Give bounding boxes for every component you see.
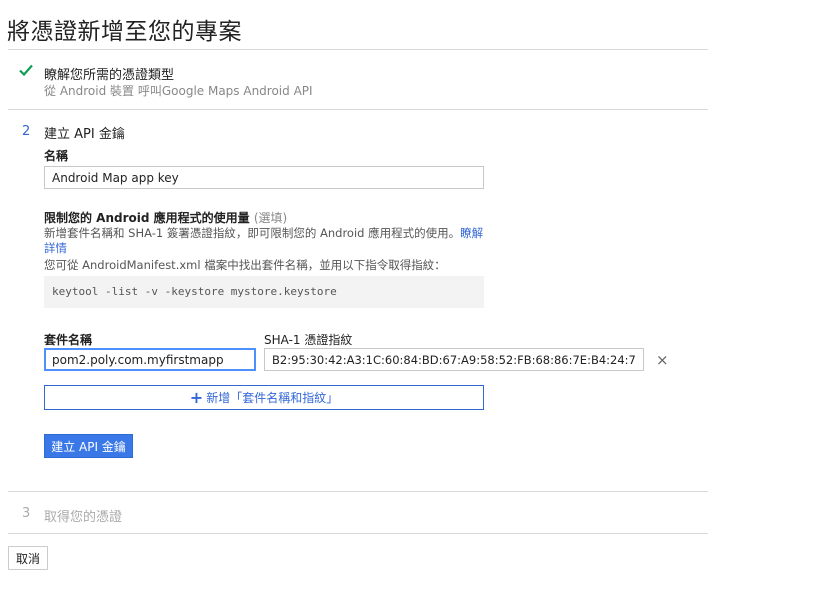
cancel-button[interactable]: 取消 <box>8 546 48 570</box>
optional-label: (選填) <box>253 211 288 225</box>
manifest-hint: 您可從 AndroidManifest.xml 檔案中找出套件名稱，並用以下指令… <box>44 258 446 272</box>
step2-title: 建立 API 金鑰 <box>44 127 125 142</box>
sha1-input[interactable] <box>264 348 644 371</box>
page-title: 將憑證新增至您的專案 <box>7 19 242 45</box>
step1-title: 瞭解您所需的憑證類型 <box>44 68 175 83</box>
divider <box>8 49 708 50</box>
step3-title: 取得您的憑證 <box>44 510 123 525</box>
divider <box>8 109 708 110</box>
package-name-label: 套件名稱 <box>44 333 93 347</box>
step3-number: 3 <box>22 506 31 521</box>
divider <box>8 491 708 492</box>
step1-subtitle: 從 Android 裝置 呼叫Google Maps Android API <box>44 84 313 98</box>
step2-number: 2 <box>22 124 31 139</box>
check-icon <box>18 62 34 78</box>
remove-row-icon[interactable]: × <box>656 351 669 369</box>
sha1-label: SHA-1 憑證指紋 <box>264 333 353 347</box>
plus-icon: + <box>189 388 204 407</box>
restrict-desc-text: 新增套件名稱和 SHA-1 簽署憑證指紋，即可限制您的 Android 應用程式… <box>44 226 461 240</box>
restrict-description: 新增套件名稱和 SHA-1 簽署憑證指紋，即可限制您的 Android 應用程式… <box>44 226 484 256</box>
add-package-label: 新增「套件名稱和指紋」 <box>206 391 339 405</box>
divider <box>8 533 708 534</box>
command-box: keytool -list -v -keystore mystore.keyst… <box>44 276 484 308</box>
create-api-key-button[interactable]: 建立 API 金鑰 <box>44 434 133 458</box>
add-package-button[interactable]: + 新增「套件名稱和指紋」 <box>44 385 484 410</box>
package-name-input[interactable] <box>44 348 256 371</box>
name-input[interactable] <box>44 166 484 189</box>
name-label: 名稱 <box>44 149 69 163</box>
restrict-title-text: 限制您的 Android 應用程式的使用量 <box>44 211 250 225</box>
restrict-title: 限制您的 Android 應用程式的使用量 (選填) <box>44 209 287 226</box>
